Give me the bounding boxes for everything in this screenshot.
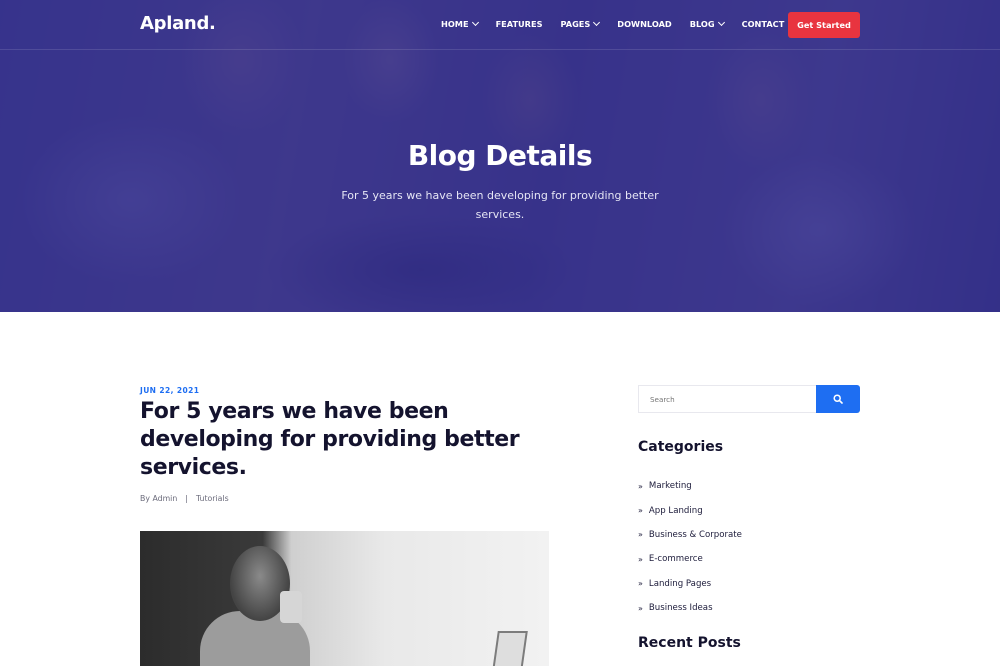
search-button[interactable]	[816, 385, 860, 413]
category-label: Marketing	[648, 481, 692, 492]
nav-item-label: CONTACT	[741, 19, 785, 29]
post-category[interactable]: Tutorials	[196, 494, 229, 503]
category-item[interactable]: » Business Ideas	[638, 596, 742, 620]
post-meta: By Admin | Tutorials	[140, 494, 229, 503]
chevron-down-icon	[593, 18, 601, 27]
categories-title: Categories	[638, 439, 724, 455]
category-item[interactable]: » Business & Corporate	[638, 523, 742, 547]
chevron-right-icon: »	[638, 506, 643, 516]
page-title: Blog Details	[407, 139, 593, 172]
site-logo[interactable]: Apland.	[140, 13, 216, 34]
post-title: For 5 years we have been developing for …	[140, 399, 520, 480]
nav-item-label: DOWNLOAD	[617, 19, 672, 29]
categories-list: » Marketing » App Landing » Business & Corp…	[638, 474, 742, 620]
category-item[interactable]: » App Landing	[638, 498, 742, 522]
search-icon	[833, 394, 843, 404]
meta-separator: |	[185, 494, 188, 503]
chevron-down-icon	[717, 18, 725, 27]
chevron-right-icon: »	[638, 554, 643, 564]
nav-item-blog[interactable]: BLOG	[689, 18, 725, 29]
nav-item-pages[interactable]: PAGES	[560, 18, 601, 29]
top-navbar: Apland. HOME FEATURES PAGES DOWNLOAD BLO…	[0, 0, 1000, 50]
nav-item-contact[interactable]: CONTACT	[742, 19, 785, 29]
post-date: JUN 22, 2021	[140, 386, 200, 395]
recent-posts-title: Recent Posts	[638, 635, 741, 651]
nav-item-home[interactable]: HOME	[441, 18, 479, 29]
chevron-right-icon: »	[638, 530, 643, 540]
category-label: Business Ideas	[648, 603, 713, 614]
category-item[interactable]: » Landing Pages	[638, 572, 742, 596]
chevron-right-icon: »	[638, 603, 643, 613]
nav-item-label: PAGES	[560, 19, 591, 29]
page-subtitle: For 5 years we have been developing for …	[341, 189, 659, 221]
nav-item-label: HOME	[441, 19, 469, 29]
nav-item-download[interactable]: DOWNLOAD	[617, 19, 671, 29]
post-author[interactable]: By Admin	[140, 494, 177, 503]
category-item[interactable]: » E-commerce	[638, 547, 742, 571]
chevron-down-icon	[471, 18, 479, 27]
main-menu: HOME FEATURES PAGES DOWNLOAD BLOG CONTAC…	[441, 18, 802, 29]
chevron-right-icon: »	[638, 481, 643, 491]
category-label: App Landing	[648, 505, 703, 516]
category-item[interactable]: » Marketing	[638, 474, 742, 498]
post-featured-image	[140, 531, 549, 666]
category-label: Business & Corporate	[648, 529, 742, 540]
nav-item-label: FEATURES	[495, 19, 543, 29]
category-label: Landing Pages	[648, 578, 712, 589]
nav-item-features[interactable]: FEATURES	[496, 19, 543, 29]
nav-item-label: BLOG	[689, 19, 715, 29]
get-started-button[interactable]: Get Started	[788, 12, 860, 38]
chevron-right-icon: »	[638, 579, 643, 589]
category-label: E-commerce	[648, 554, 703, 565]
search-input[interactable]	[638, 385, 816, 413]
